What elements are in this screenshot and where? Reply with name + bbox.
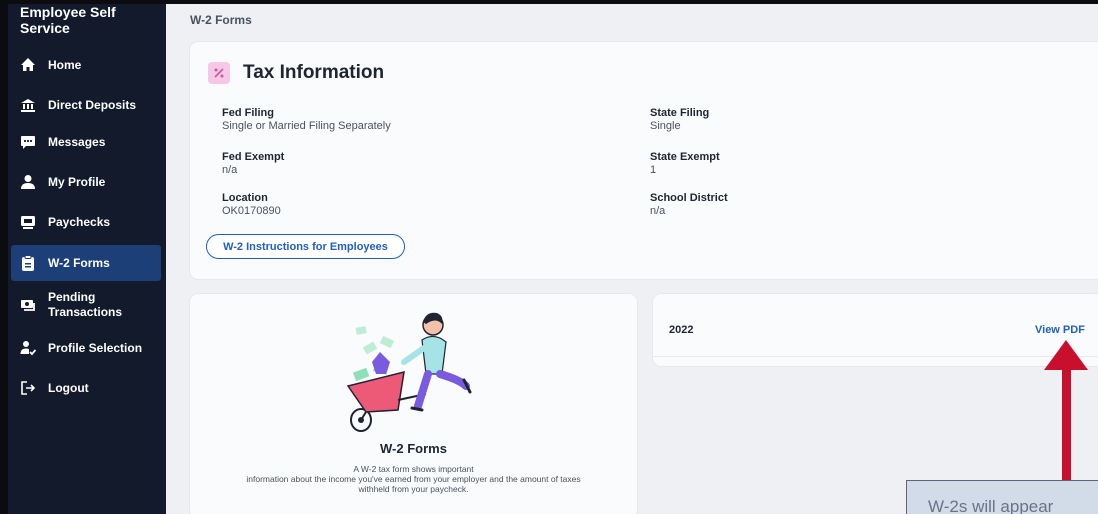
fed-exempt-label: Fed Exempt (222, 151, 285, 163)
chat-icon (20, 134, 36, 150)
location-value: OK0170890 (222, 205, 281, 217)
money-icon (20, 297, 36, 313)
w2-info-card: W-2 Forms A W-2 tax form shows important… (190, 294, 637, 514)
sidebar-item-logout[interactable]: Logout (8, 370, 166, 406)
sidebar-item-label: Profile Selection (48, 341, 143, 355)
wheelbarrow-illustration (346, 312, 472, 432)
view-pdf-link[interactable]: View PDF (1035, 324, 1085, 336)
location-label: Location (222, 192, 268, 204)
fed-filing-label: Fed Filing (222, 107, 274, 119)
page-title: W-2 Forms (190, 13, 252, 27)
sidebar-item-label: Pending Transactions (48, 290, 123, 319)
state-exempt-label: State Exempt (650, 151, 720, 163)
user-check-icon (20, 340, 36, 356)
annotation-callout: W-2s will appear (906, 480, 1098, 514)
w2-forms-heading: W-2 Forms (380, 441, 447, 456)
sidebar-item-messages[interactable]: Messages (8, 124, 166, 160)
sidebar-item-paychecks[interactable]: Paychecks (8, 204, 166, 240)
school-district-label: School District (650, 192, 728, 204)
sidebar-item-my-profile[interactable]: My Profile (8, 164, 166, 200)
tax-information-title: Tax Information (243, 62, 385, 83)
sidebar-item-direct-deposits[interactable]: Direct Deposits (8, 87, 166, 123)
fed-filing-value: Single or Married Filing Separately (222, 120, 391, 132)
state-filing-field: State Filing Single (650, 107, 709, 133)
annotation-arrow-shaft (1062, 366, 1071, 484)
sidebar-item-pending-transactions[interactable]: Pending Transactions (8, 287, 166, 323)
w2-forms-description: A W-2 tax form shows important informati… (190, 464, 637, 494)
sidebar-item-w2-forms[interactable]: W-2 Forms (11, 245, 161, 281)
user-icon (20, 174, 36, 190)
w2-description-line: withheld from your paycheck. (358, 484, 469, 494)
tax-information-card: Tax Information Fed Filing Single or Mar… (190, 42, 1098, 279)
fed-filing-field: Fed Filing Single or Married Filing Sepa… (222, 107, 391, 133)
sidebar-item-profile-selection[interactable]: Profile Selection (8, 330, 166, 366)
main-content: W-2 Forms Tax Information Fed Filing Sin… (166, 4, 1098, 514)
window-border-left (0, 0, 8, 514)
sidebar-item-label: Direct Deposits (48, 98, 137, 112)
app-title: Employee Self Service (20, 4, 116, 36)
sidebar-item-label: Messages (48, 135, 106, 149)
state-filing-value: Single (650, 120, 681, 132)
w2-description-line: information about the income you've earn… (246, 474, 581, 484)
sidebar-item-label: W-2 Forms (48, 256, 110, 270)
paycheck-icon (20, 214, 36, 230)
sidebar-item-label: My Profile (48, 175, 106, 189)
bank-icon (20, 97, 36, 113)
sidebar-item-home[interactable]: Home (8, 47, 166, 83)
sidebar: Employee Self Service Home Direct Deposi… (8, 4, 166, 514)
fed-exempt-field: Fed Exempt n/a (222, 151, 284, 177)
location-field: Location OK0170890 (222, 192, 281, 218)
logout-icon (20, 380, 36, 396)
tax-information-header: Tax Information (208, 62, 384, 84)
sidebar-item-label: Paychecks (48, 215, 111, 229)
percent-icon (208, 62, 230, 84)
state-exempt-field: State Exempt 1 (650, 151, 720, 177)
clipboard-icon (20, 255, 36, 271)
fed-exempt-value: n/a (222, 164, 238, 176)
w2-list-card: 2022 View PDF (653, 294, 1098, 366)
state-exempt-value: 1 (650, 164, 657, 176)
sidebar-item-label: Logout (48, 381, 89, 395)
w2-year: 2022 (669, 324, 694, 336)
w2-description-line: A W-2 tax form shows important (353, 464, 474, 474)
divider (653, 356, 1098, 357)
school-district-value: n/a (650, 205, 666, 217)
sidebar-item-label: Home (48, 58, 82, 72)
w2-instructions-button[interactable]: W-2 Instructions for Employees (206, 234, 405, 259)
school-district-field: School District n/a (650, 192, 728, 218)
state-filing-label: State Filing (650, 107, 710, 119)
home-icon (20, 57, 36, 73)
